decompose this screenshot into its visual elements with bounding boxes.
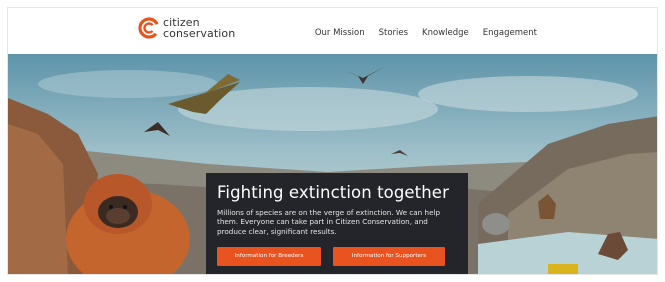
hero-panel: Fighting extinction together Millions of… xyxy=(206,173,468,274)
website-frame: citizen conservation Our Mission Stories… xyxy=(7,7,658,275)
hero-title: Fighting extinction together xyxy=(217,183,449,202)
nav-knowledge[interactable]: Knowledge xyxy=(422,28,469,38)
hero-section: Fighting extinction together Millions of… xyxy=(8,54,657,274)
nav-engagement[interactable]: Engagement xyxy=(483,28,537,38)
supporters-info-button[interactable]: Information for Supporters xyxy=(333,247,445,266)
brand-logo[interactable]: citizen conservation xyxy=(138,17,235,39)
brand-line2: conservation xyxy=(163,27,236,40)
breeders-info-button[interactable]: Information for Breeders xyxy=(217,247,321,266)
main-nav: Our Mission Stories Knowledge Engagement xyxy=(315,28,537,38)
nav-stories[interactable]: Stories xyxy=(379,28,408,38)
site-header: citizen conservation Our Mission Stories… xyxy=(8,8,657,54)
hero-text: Millions of species are on the verge of … xyxy=(217,208,441,236)
hero-buttons: Information for Breeders Information for… xyxy=(217,247,445,266)
nav-our-mission[interactable]: Our Mission xyxy=(315,28,365,38)
logo-c-icon xyxy=(138,17,160,39)
brand-wordmark: citizen conservation xyxy=(163,17,235,39)
